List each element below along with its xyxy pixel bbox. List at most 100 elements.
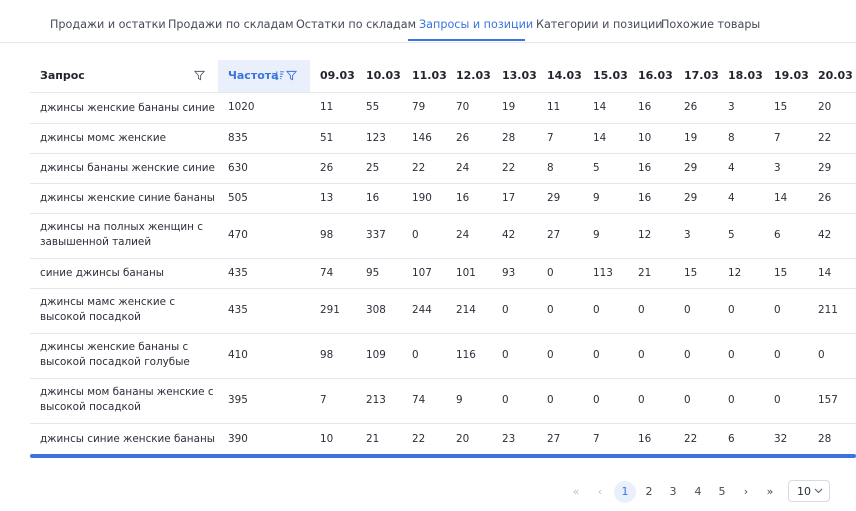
date-value-cell: 0 [774,349,781,361]
date-value-cell: 0 [638,304,645,316]
active-tab-indicator [408,39,525,41]
prev-page-button[interactable]: ‹ [589,481,611,503]
date-value-cell: 0 [774,394,781,406]
date-value-cell: 24 [456,162,470,174]
date-value-cell: 3 [728,101,735,113]
frequency-cell: 1020 [228,101,255,113]
date-value-cell: 308 [366,304,386,316]
table-row[interactable]: джинсы момс женские 835 51 123 146 26 28 7 14 10 1… [30,123,856,154]
query-cell: синие джинсы бананы [40,267,164,279]
date-value-cell: 113 [593,267,613,279]
table-row[interactable]: джинсы бананы женские синие 630 26 25 22 24 22… [30,153,856,184]
page-size-select[interactable]: 10 [788,480,830,502]
column-header-date: 13.03 [502,69,537,82]
date-value-cell: 10 [320,433,334,445]
column-header-frequency[interactable]: Частота [228,60,279,92]
date-value-cell: 32 [774,433,788,445]
date-value-cell: 16 [638,101,652,113]
date-value-cell: 29 [684,162,698,174]
date-value-cell: 0 [638,394,645,406]
horizontal-scrollbar[interactable] [30,454,856,458]
date-value-cell: 42 [502,229,516,241]
date-value-cell: 244 [412,304,432,316]
table-row[interactable]: синие джинсы бананы 435 74 95 107 101 93 0 113 21… [30,258,856,289]
page-2-button[interactable]: 2 [638,481,660,503]
date-value-cell: 22 [412,433,426,445]
first-page-button[interactable]: « [565,481,587,503]
date-value-cell: 22 [412,162,426,174]
page-4-button[interactable]: 4 [687,481,709,503]
date-value-cell: 157 [818,394,838,406]
tab-queries-positions[interactable]: Запросы и позиции [419,18,533,31]
last-page-button[interactable]: » [759,481,781,503]
table-row[interactable]: джинсы женские бананы с высокой посадкой… [30,333,856,379]
tab-categories-positions[interactable]: Категории и позиции [536,18,662,31]
column-header-date: 11.03 [412,69,447,82]
next-page-button[interactable]: › [735,481,757,503]
page-1-button[interactable]: 1 [614,481,636,503]
date-value-cell: 123 [366,132,386,144]
date-value-cell: 0 [684,394,691,406]
query-cell: джинсы момс женские [40,132,167,144]
query-cell: джинсы женские бананы с высокой посадкой… [40,341,190,368]
frequency-cell: 435 [228,304,248,316]
date-value-cell: 79 [412,101,426,113]
query-cell: джинсы мамс женские с высокой посадкой [40,296,176,323]
date-value-cell: 14 [818,267,832,279]
date-value-cell: 12 [638,229,652,241]
column-header-date: 16.03 [638,69,673,82]
date-value-cell: 16 [638,192,652,204]
table-row[interactable]: джинсы синие женские бананы 390 10 21 22 20 23… [30,423,856,456]
date-value-cell: 19 [684,132,698,144]
date-value-cell: 26 [320,162,334,174]
table-row[interactable]: джинсы мамс женские с высокой посадкой 43… [30,288,856,334]
date-value-cell: 29 [684,192,698,204]
date-value-cell: 11 [547,101,561,113]
frequency-cell: 390 [228,433,248,445]
filter-icon[interactable] [286,70,297,81]
date-value-cell: 98 [320,349,334,361]
date-value-cell: 7 [593,433,600,445]
date-value-cell: 16 [366,192,380,204]
date-value-cell: 107 [412,267,432,279]
page-5-button[interactable]: 5 [711,481,733,503]
date-value-cell: 25 [366,162,380,174]
date-value-cell: 16 [456,192,470,204]
tab-sales-warehouses[interactable]: Продажи по складам [168,18,294,31]
table-row[interactable]: джинсы женские бананы синие 1020 11 55 79 70 1… [30,92,856,124]
date-value-cell: 0 [638,349,645,361]
column-header-date: 18.03 [728,69,763,82]
date-value-cell: 15 [774,267,788,279]
frequency-cell: 505 [228,192,248,204]
date-value-cell: 93 [502,267,516,279]
filter-icon[interactable] [194,70,205,81]
table-row[interactable]: джинсы женские синие бананы 505 13 16 190 16 1… [30,183,856,214]
date-value-cell: 0 [818,349,825,361]
date-value-cell: 15 [684,267,698,279]
table-row[interactable]: джинсы мом бананы женские с высокой поса… [30,378,856,424]
date-value-cell: 214 [456,304,476,316]
table-row[interactable]: джинсы на полных женщин с завышенной тал… [30,213,856,259]
frequency-cell: 470 [228,229,248,241]
date-value-cell: 0 [502,394,509,406]
date-value-cell: 0 [774,304,781,316]
tab-stock-warehouses[interactable]: Остатки по складам [296,18,416,31]
date-value-cell: 0 [728,394,735,406]
sort-desc-icon[interactable] [274,70,285,81]
date-value-cell: 146 [412,132,432,144]
date-value-cell: 0 [547,349,554,361]
date-value-cell: 0 [502,304,509,316]
column-header-date: 19.03 [774,69,809,82]
date-value-cell: 6 [774,229,781,241]
date-value-cell: 11 [320,101,334,113]
date-value-cell: 0 [502,349,509,361]
date-value-cell: 213 [366,394,386,406]
date-value-cell: 7 [547,132,554,144]
page-3-button[interactable]: 3 [662,481,684,503]
column-header-date: 10.03 [366,69,401,82]
date-value-cell: 24 [456,229,470,241]
page-size-value: 10 [797,485,811,498]
tab-sales-stock[interactable]: Продажи и остатки [50,18,166,31]
date-value-cell: 0 [728,349,735,361]
tab-similar-products[interactable]: Похожие товары [661,18,760,31]
